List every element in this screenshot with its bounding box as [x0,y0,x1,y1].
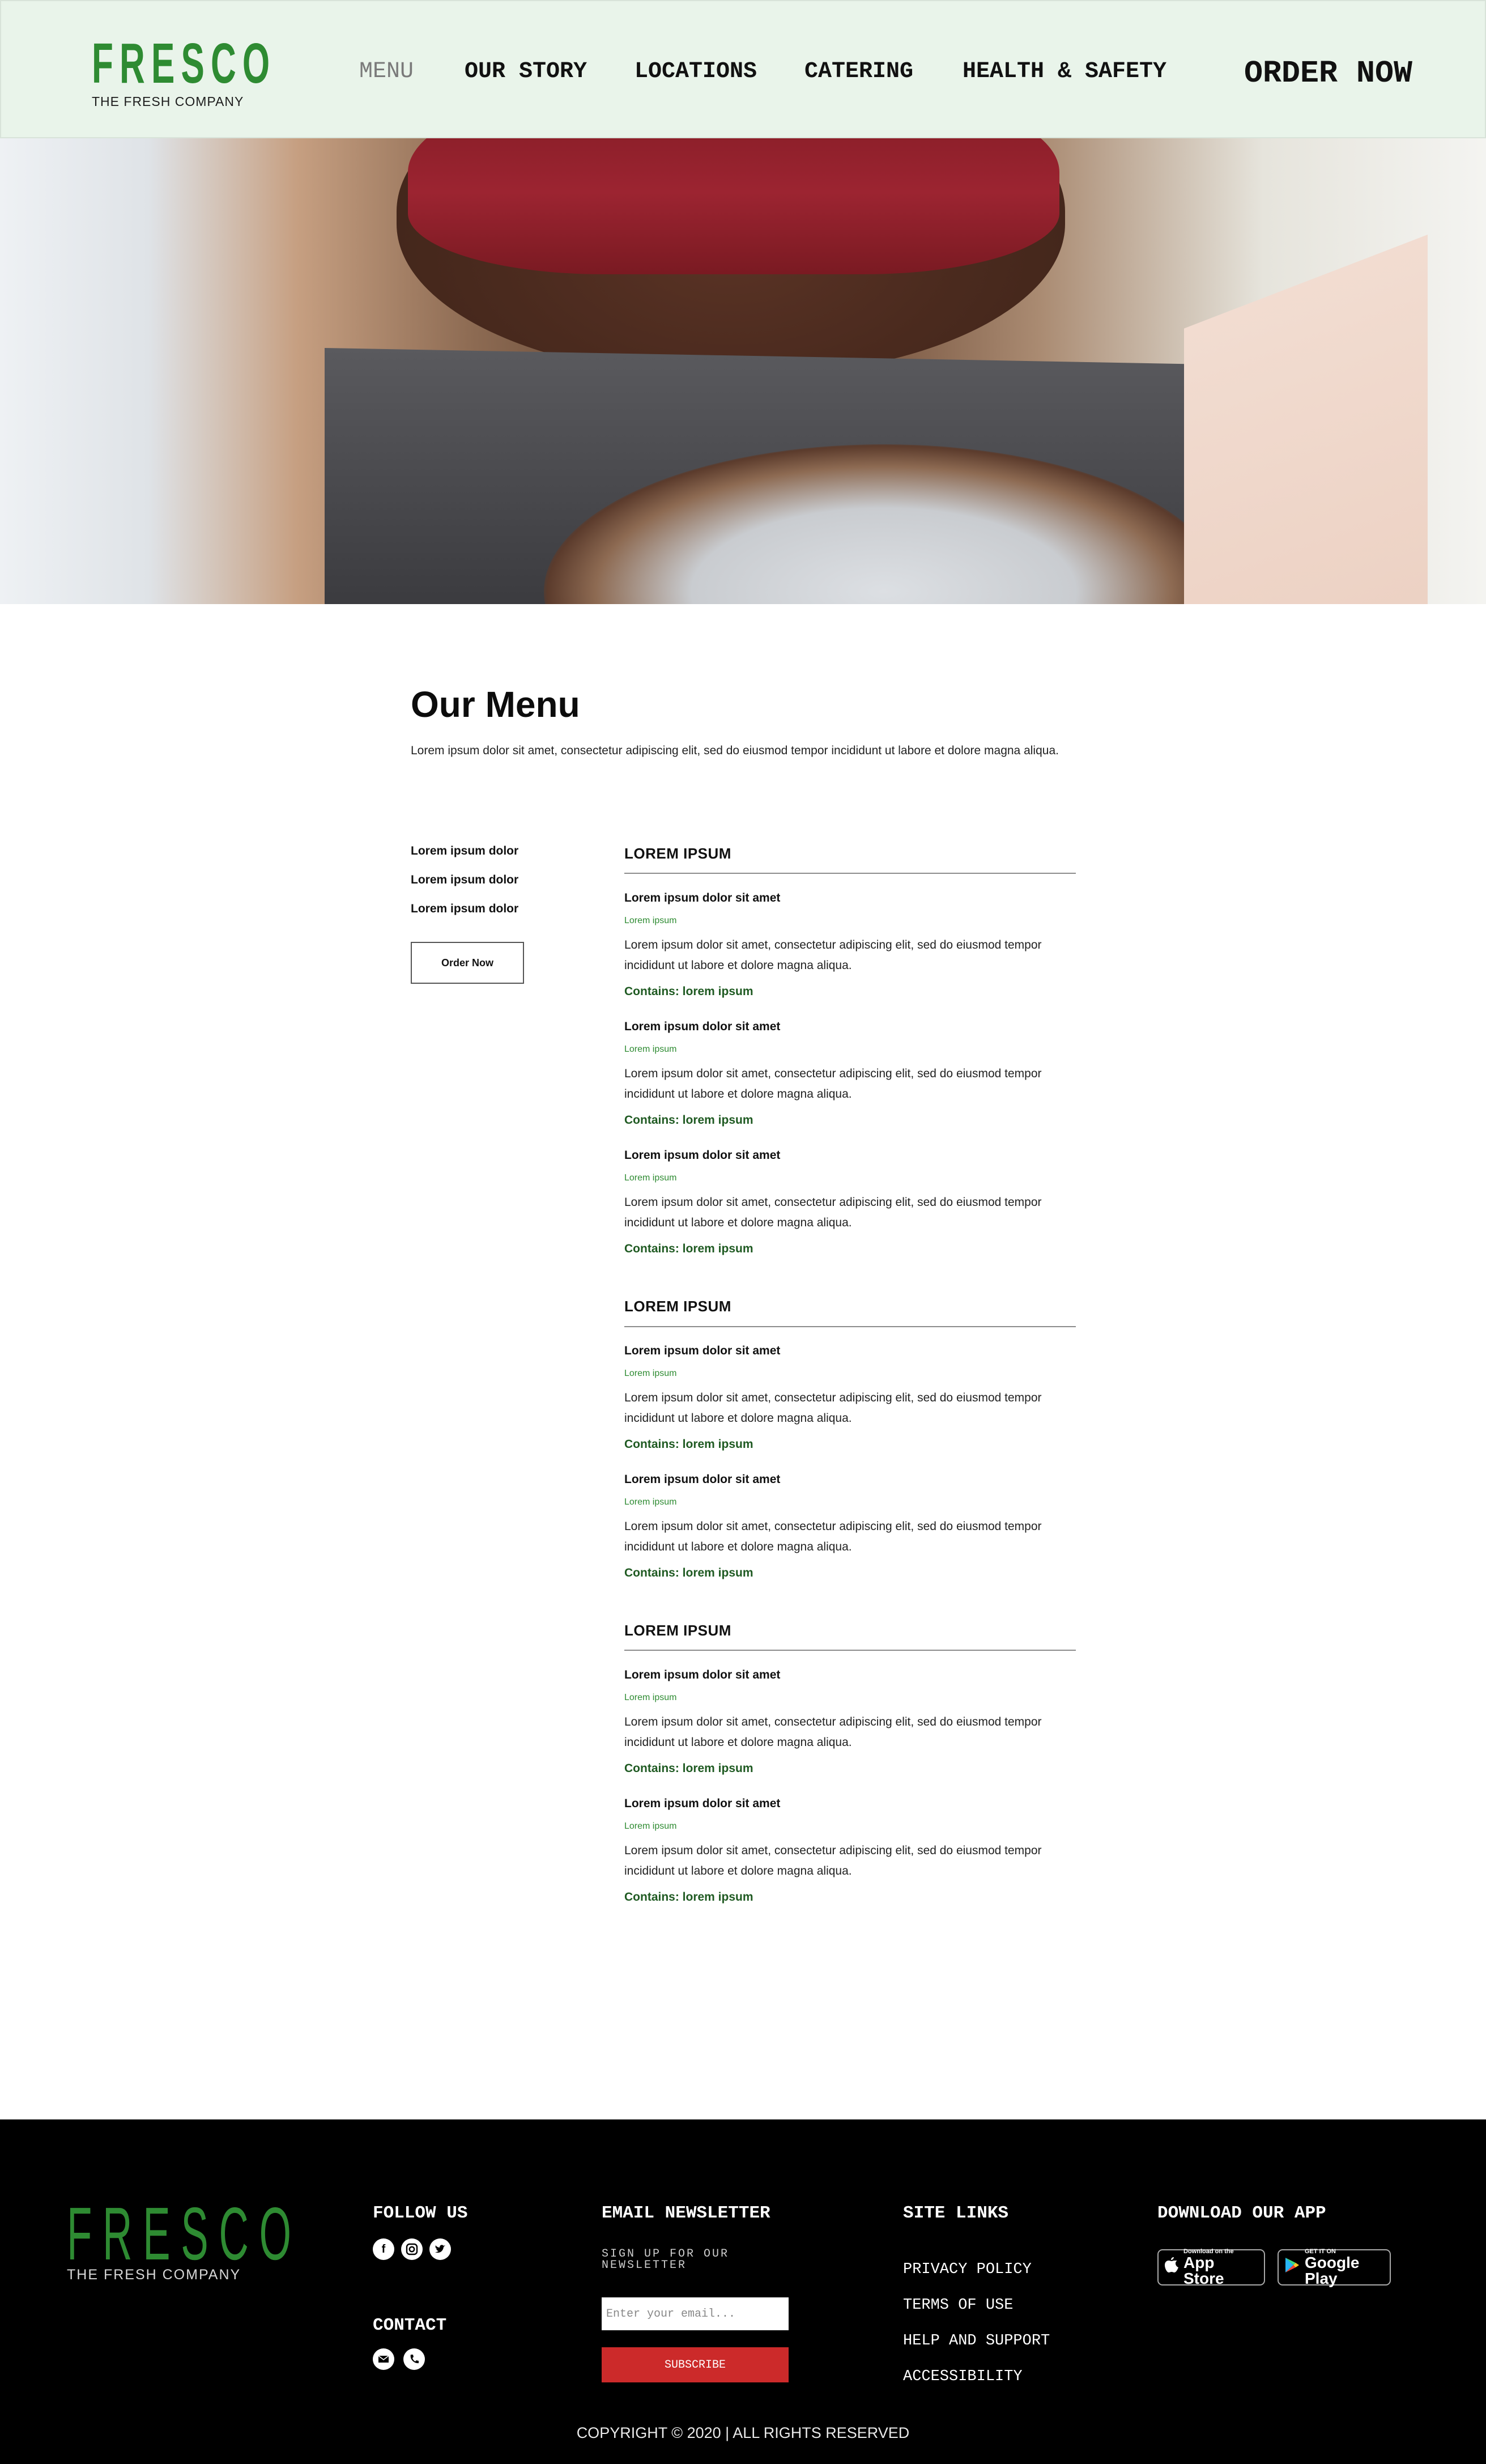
contact-heading: CONTACT [373,2316,447,2335]
hero-menu-page [1184,235,1428,604]
nav-locations[interactable]: LOCATIONS [635,59,757,84]
sidebar-category[interactable]: Lorem ipsum dolor [411,844,518,858]
subscribe-button[interactable]: SUBSCRIBE [602,2347,789,2382]
instagram-icon[interactable] [401,2238,423,2260]
download-app-heading: DOWNLOAD OUR APP [1157,2203,1326,2223]
menu-item-description: Lorem ipsum dolor sit amet, consectetur … [624,1067,1042,1101]
menu-item-name: Lorem ipsum dolor sit amet [624,1344,781,1357]
copyright-text: COPYRIGHT © 2020 | ALL RIGHTS RESERVED [576,2424,910,2441]
menu-item-description: Lorem ipsum dolor sit amet, consectetur … [624,1196,1042,1229]
order-now-button[interactable]: Order Now [411,942,524,984]
email-icon[interactable] [373,2348,394,2370]
menu-item-name: Lorem ipsum dolor sit amet [624,1668,781,1681]
section-divider [624,1650,1076,1651]
menu-item-description: Lorem ipsum dolor sit amet, consectetur … [624,1520,1042,1553]
menu-item-name: Lorem ipsum dolor sit amet [624,1020,781,1033]
newsletter-heading: EMAIL NEWSLETTER [602,2203,770,2223]
google-play-icon [1284,2257,1300,2279]
menu-item-description: Lorem ipsum dolor sit amet, consectetur … [624,938,1042,972]
menu-item-name: Lorem ipsum dolor sit amet [624,1149,781,1162]
newsletter-email-input[interactable] [602,2297,789,2330]
menu-item-description: Lorem ipsum dolor sit amet, consectetur … [624,1844,1042,1877]
google-play-big-text: Google Play [1305,2253,1360,2287]
follow-us-heading: FOLLOW US [373,2203,468,2223]
footer-logo-wordmark: FRESCO [67,2192,302,2275]
app-store-badge[interactable]: Download on the App Store [1157,2248,1265,2287]
menu-item-subtitle: Lorem ipsum [624,1693,677,1702]
menu-item-name: Lorem ipsum dolor sit amet [624,1473,781,1486]
app-store-big-text: App Store [1183,2253,1224,2287]
menu-item-contains: Contains: lorem ipsum [624,985,753,998]
newsletter-subheading: SIGN UP FOR OUR NEWSLETTER [602,2248,730,2272]
twitter-icon[interactable] [429,2238,451,2260]
menu-item-subtitle: Lorem ipsum [624,1044,677,1054]
menu-item-contains: Contains: lorem ipsum [624,1438,753,1451]
logo-tagline: THE FRESH COMPANY [92,94,244,109]
logo-wordmark: FRESCO [92,32,276,95]
menu-item-description: Lorem ipsum dolor sit amet, consectetur … [624,1391,1042,1425]
google-play-badge[interactable]: GET IT ON Google Play [1278,2248,1391,2287]
phone-icon[interactable] [403,2348,425,2370]
footer-link-help-support[interactable]: HELP AND SUPPORT [903,2333,1050,2350]
menu-item-contains: Contains: lorem ipsum [624,1566,753,1579]
sidebar-category[interactable]: Lorem ipsum dolor [411,902,518,916]
site-links-heading: SITE LINKS [903,2203,1009,2223]
menu-item-description: Lorem ipsum dolor sit amet, consectetur … [624,1715,1042,1749]
menu-item-subtitle: Lorem ipsum [624,1173,677,1183]
brand-logo[interactable]: FRESCO THE FRESH COMPANY [92,32,389,109]
menu-item-subtitle: Lorem ipsum [624,1497,677,1507]
menu-item-subtitle: Lorem ipsum [624,1369,677,1378]
menu-item-name: Lorem ipsum dolor sit amet [624,1797,781,1810]
apple-icon [1164,2257,1179,2279]
section-divider [624,1326,1076,1327]
menu-item-contains: Contains: lorem ipsum [624,1114,753,1127]
site-footer: FRESCO THE FRESH COMPANY FOLLOW US f CON… [0,2119,1486,2464]
section-title: LOREM IPSUM [624,1622,731,1639]
nav-catering[interactable]: CATERING [804,59,913,84]
nav-menu[interactable]: MENU [359,59,414,84]
section-title: LOREM IPSUM [624,845,731,862]
menu-item-contains: Contains: lorem ipsum [624,1891,753,1904]
nav-health-safety[interactable]: HEALTH & SAFETY [963,59,1166,84]
menu-item-subtitle: Lorem ipsum [624,1821,677,1831]
footer-link-terms-of-use[interactable]: TERMS OF USE [903,2297,1013,2314]
sidebar-category[interactable]: Lorem ipsum dolor [411,873,518,887]
section-divider [624,873,1076,874]
facebook-icon[interactable]: f [373,2238,394,2260]
page-intro: Lorem ipsum dolor sit amet, consectetur … [411,744,1059,757]
site-header: FRESCO THE FRESH COMPANY MENU OUR STORY … [0,0,1486,138]
menu-item-contains: Contains: lorem ipsum [624,1762,753,1775]
order-now-link[interactable]: ORDER NOW [1244,56,1412,91]
menu-item-subtitle: Lorem ipsum [624,916,677,925]
section-title: LOREM IPSUM [624,1298,731,1315]
hero-headwrap [408,138,1059,274]
nav-our-story[interactable]: OUR STORY [465,59,587,84]
footer-link-privacy-policy[interactable]: PRIVACY POLICY [903,2261,1032,2278]
hero-photo [0,138,1486,604]
menu-item-contains: Contains: lorem ipsum [624,1242,753,1255]
menu-item-name: Lorem ipsum dolor sit amet [624,891,781,904]
page-title: Our Menu [411,684,580,725]
footer-link-accessibility[interactable]: ACCESSIBILITY [903,2368,1023,2385]
